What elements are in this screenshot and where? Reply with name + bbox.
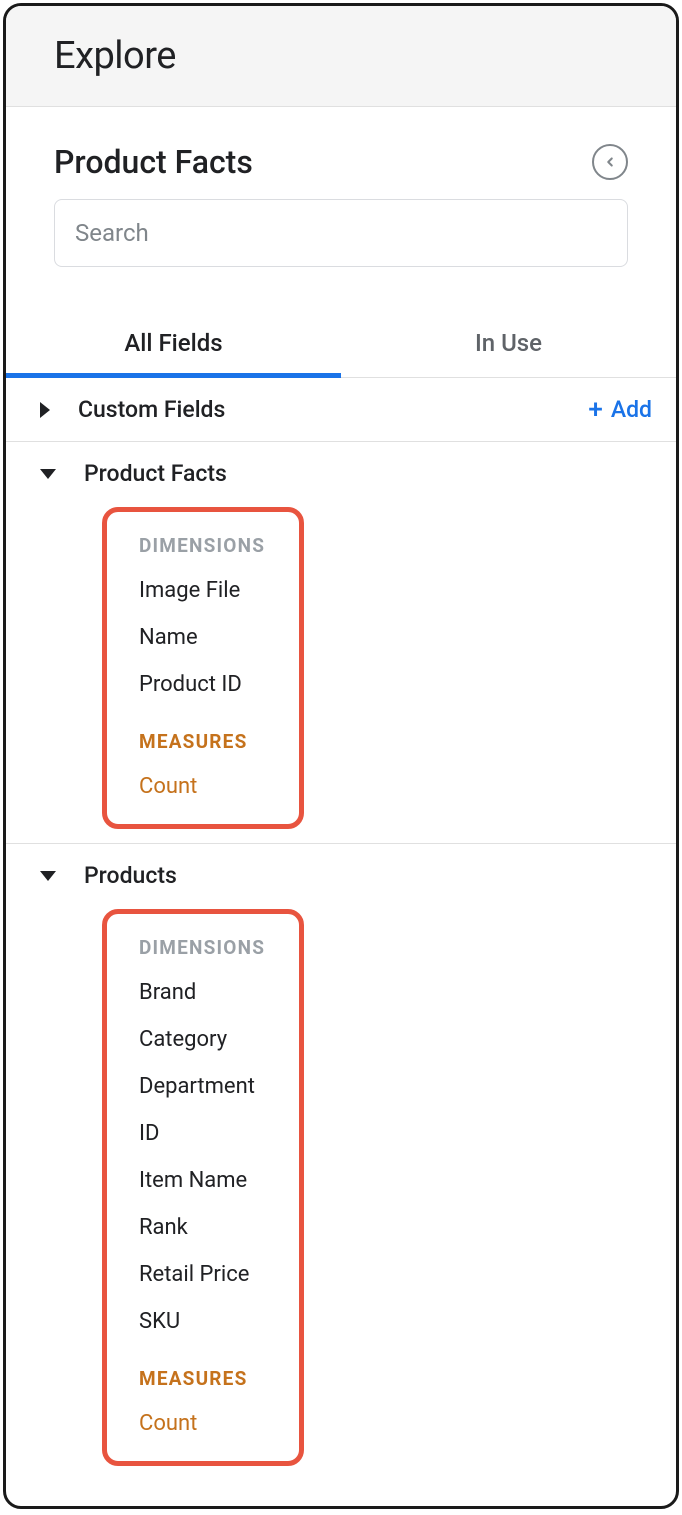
field-item[interactable]: Category [107, 1016, 299, 1063]
custom-fields-section: Custom Fields + Add [6, 378, 676, 442]
page-title: Explore [54, 34, 628, 78]
search-input[interactable] [54, 199, 628, 267]
add-label: Add [611, 396, 652, 423]
measures-label: MEASURES [107, 1359, 299, 1400]
group-title: Products [84, 862, 652, 889]
field-item[interactable]: Brand [107, 969, 299, 1016]
subheader: Product Facts [6, 107, 676, 181]
field-item[interactable]: Rank [107, 1204, 299, 1251]
explore-title: Product Facts [54, 143, 253, 181]
chevron-left-icon [603, 155, 617, 169]
caret-right-icon [40, 402, 50, 418]
field-item[interactable]: SKU [107, 1298, 299, 1345]
header: Explore [6, 6, 676, 107]
plus-icon: + [588, 397, 602, 423]
group-product-facts: Product Facts DIMENSIONS Image File Name… [6, 442, 676, 844]
field-item[interactable]: Department [107, 1063, 299, 1110]
dimensions-label: DIMENSIONS [107, 928, 299, 969]
dimensions-label: DIMENSIONS [107, 526, 299, 567]
field-item[interactable]: Count [107, 1400, 299, 1447]
custom-fields-header[interactable]: Custom Fields + Add [6, 378, 676, 441]
caret-down-icon [40, 871, 56, 881]
caret-down-icon [40, 469, 56, 479]
group-title: Product Facts [84, 460, 652, 487]
field-item[interactable]: Item Name [107, 1157, 299, 1204]
custom-fields-label: Custom Fields [78, 396, 588, 423]
highlight-annotation: DIMENSIONS Brand Category Department ID … [102, 909, 304, 1466]
group-header-products[interactable]: Products [6, 844, 676, 907]
tabs: All Fields In Use [6, 311, 676, 378]
group-header-product-facts[interactable]: Product Facts [6, 442, 676, 505]
field-item[interactable]: Retail Price [107, 1251, 299, 1298]
collapse-panel-button[interactable] [592, 144, 628, 180]
field-item[interactable]: Count [107, 763, 299, 810]
field-item[interactable]: ID [107, 1110, 299, 1157]
search-wrap [6, 181, 676, 267]
tab-all-fields[interactable]: All Fields [6, 311, 341, 377]
explore-panel: Explore Product Facts All Fields In Use … [3, 3, 679, 1509]
tab-in-use[interactable]: In Use [341, 311, 676, 377]
field-item[interactable]: Name [107, 614, 299, 661]
group-products: Products DIMENSIONS Brand Category Depar… [6, 844, 676, 1480]
field-item[interactable]: Image File [107, 567, 299, 614]
add-custom-field-button[interactable]: + Add [588, 396, 652, 423]
measures-label: MEASURES [107, 722, 299, 763]
highlight-annotation: DIMENSIONS Image File Name Product ID ME… [102, 507, 304, 829]
field-item[interactable]: Product ID [107, 661, 299, 708]
